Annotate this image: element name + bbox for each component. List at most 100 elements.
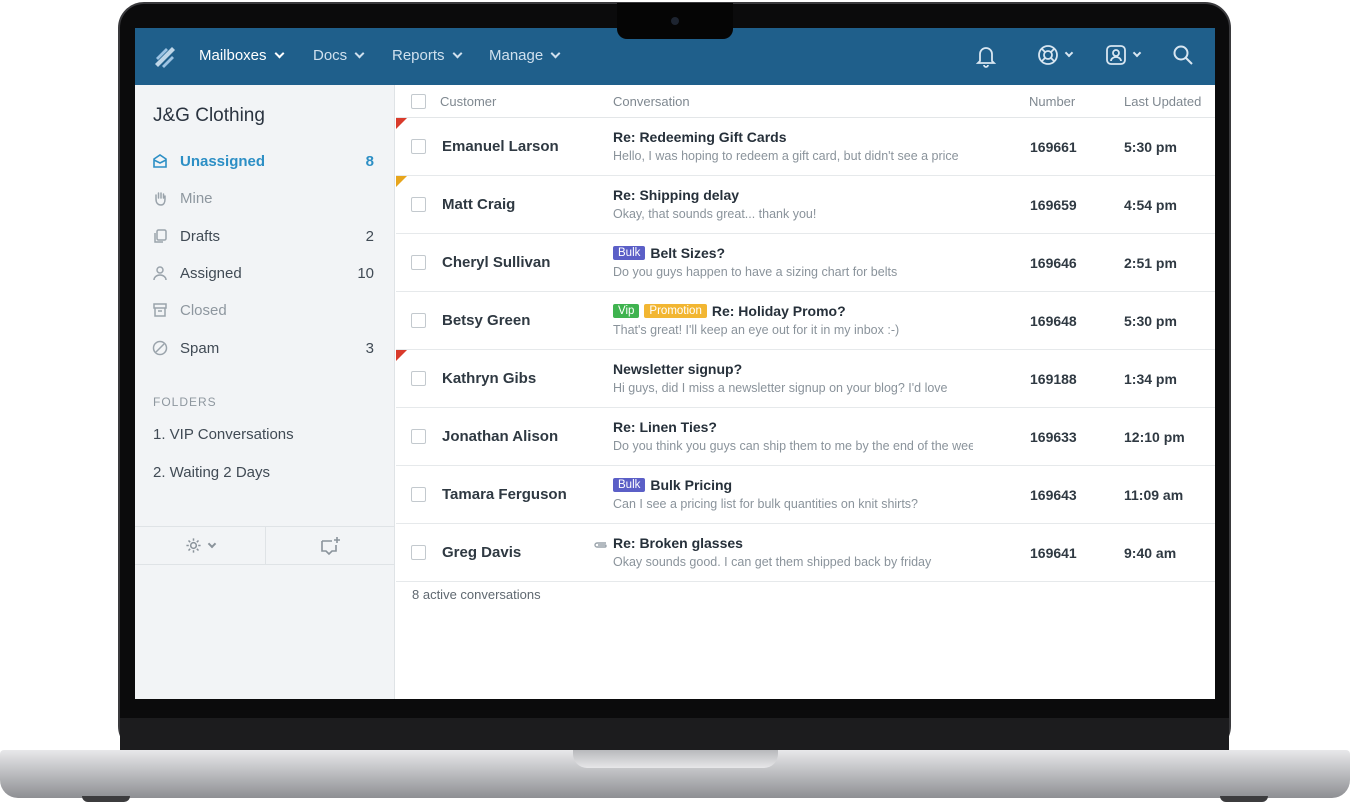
helpscout-logo-icon[interactable] [153,45,177,69]
conversation-preview: Can I see a pricing list for bulk quanti… [613,497,919,511]
customer-name: Emanuel Larson [442,138,559,155]
table-row[interactable]: Greg Davis Re: Broken glasses Okay sound… [396,524,1215,582]
person-icon [152,265,168,281]
table-row[interactable]: Kathryn Gibs Newsletter signup? Hi guys,… [396,350,1215,408]
nav-reports-label: Reports [392,47,445,64]
list-header: Customer Conversation Number Last Update… [396,85,1215,118]
table-row[interactable]: Emanuel Larson Re: Redeeming Gift Cards … [396,118,1215,176]
chevron-down-icon [550,48,561,59]
last-updated: 11:09 am [1124,487,1184,503]
table-row[interactable]: Cheryl Sullivan Bulk Belt Sizes? Do you … [396,234,1215,292]
chevron-down-icon [207,539,216,548]
customer-name: Tamara Ferguson [442,486,567,503]
sidebar-item-spam[interactable]: Spam 3 [152,337,374,359]
sidebar-item-label: Mine [180,189,213,207]
conversation-number: 169633 [1030,429,1077,445]
settings-menu-button[interactable] [135,527,265,564]
subject-text: Newsletter signup? [613,361,743,377]
sidebar-item-unassigned[interactable]: Unassigned 8 [152,150,374,172]
sidebar-item-mine[interactable]: Mine [152,187,374,209]
table-row[interactable]: Matt Craig Re: Shipping delay Okay, that… [396,176,1215,234]
paperclip-icon [594,542,607,548]
search-button[interactable] [1172,44,1194,66]
table-row[interactable]: Tamara Ferguson Bulk Bulk Pricing Can I … [396,466,1215,524]
column-header-customer[interactable]: Customer [440,94,496,109]
row-checkbox[interactable] [411,487,426,502]
priority-flag [396,118,407,129]
row-checkbox[interactable] [411,197,426,212]
nav-mailboxes[interactable]: Mailboxes [199,47,284,64]
chevron-down-icon [274,48,284,59]
sidebar-item-count: 10 [357,264,374,282]
tag-bulk[interactable]: Bulk [613,478,646,492]
archive-icon [152,302,168,318]
table-row[interactable]: Jonathan Alison Re: Linen Ties? Do you t… [396,408,1215,466]
row-checkbox[interactable] [411,255,426,270]
help-menu-button[interactable] [1037,44,1074,66]
conversation-preview: Hello, I was hoping to redeem a gift car… [613,149,959,163]
row-checkbox[interactable] [411,313,426,328]
tag-bulk[interactable]: Bulk [613,246,646,260]
conversation-subject: Re: Broken glasses [613,535,743,551]
last-updated: 5:30 pm [1124,313,1177,329]
tag-promotion[interactable]: Promotion [644,304,707,318]
notifications-button[interactable] [975,44,997,68]
block-icon [152,340,168,356]
sidebar-item-label: Assigned [180,264,242,282]
column-header-conversation[interactable]: Conversation [613,94,690,109]
search-icon [1173,45,1193,65]
row-checkbox[interactable] [411,429,426,444]
conversation-preview: Do you guys happen to have a sizing char… [613,265,898,279]
subject-text: Re: Linen Ties? [613,419,717,435]
sidebar-item-assigned[interactable]: Assigned 10 [152,262,374,284]
conversation-subject: Re: Linen Ties? [613,419,717,435]
nav-manage-label: Manage [489,47,544,64]
row-checkbox[interactable] [411,371,426,386]
sidebar: J&G Clothing Unassigned 8 Mine Drafts 2 … [135,85,395,699]
sidebar-item-count: 8 [365,152,374,170]
column-header-updated[interactable]: Last Updated [1124,94,1201,109]
customer-name: Cheryl Sullivan [442,254,551,271]
bell-icon [975,47,997,68]
conversation-number: 169646 [1030,255,1077,271]
sidebar-item-closed[interactable]: Closed [152,299,374,321]
row-checkbox[interactable] [411,139,426,154]
subject-text: Belt Sizes? [650,245,726,261]
customer-name: Greg Davis [442,544,522,561]
gear-icon [186,538,201,553]
row-checkbox[interactable] [411,545,426,560]
new-conversation-button[interactable] [264,527,396,564]
conversation-preview: Hi guys, did I miss a newsletter signup … [613,381,948,395]
nav-manage[interactable]: Manage [489,47,561,64]
chevron-down-icon [1132,48,1142,58]
drafts-icon [152,228,168,244]
profile-menu-button[interactable] [1105,44,1142,66]
subject-text: Re: Holiday Promo? [711,303,846,319]
folder-item-waiting[interactable]: 2. Waiting 2 Days [153,464,270,481]
column-header-number[interactable]: Number [1029,94,1075,109]
subject-text: Re: Redeeming Gift Cards [613,129,787,145]
tag-vip[interactable]: Vip [613,304,640,318]
subject-text: Bulk Pricing [650,477,733,493]
conversation-subject: Newsletter signup? [613,361,742,377]
customer-name: Kathryn Gibs [442,370,537,387]
laptop-frame: Mailboxes Docs Reports Manage J&G Clothi… [0,0,1350,804]
conversation-subject: Bulk Belt Sizes? [613,245,725,261]
active-conversations-count: 8 active conversations [412,587,541,602]
conversation-preview: That's great! I'll keep an eye out for i… [613,323,900,337]
sidebar-item-label: Unassigned [180,152,266,170]
subject-text: Re: Broken glasses [613,535,743,551]
nav-docs[interactable]: Docs [313,47,365,64]
conversation-number: 169643 [1030,487,1077,503]
lifebuoy-icon [1038,45,1058,65]
select-all-checkbox[interactable] [411,94,426,109]
mailbox-title: J&G Clothing [153,105,265,126]
sidebar-item-drafts[interactable]: Drafts 2 [152,225,374,247]
conversation-number: 169641 [1030,545,1077,561]
conversation-number: 169659 [1030,197,1077,213]
folder-item-vip[interactable]: 1. VIP Conversations [153,426,294,443]
nav-reports[interactable]: Reports [392,47,462,64]
hand-icon [152,190,168,206]
table-row[interactable]: Betsy Green Vip Promotion Re: Holiday Pr… [396,292,1215,350]
conversation-number: 169648 [1030,313,1077,329]
